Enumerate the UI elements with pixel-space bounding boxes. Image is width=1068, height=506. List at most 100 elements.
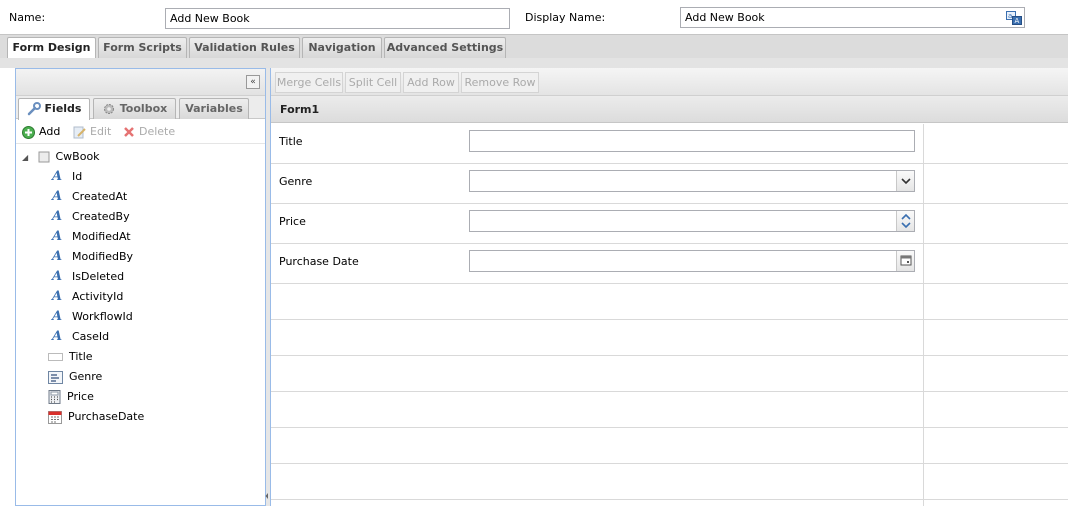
purchase-date-picker[interactable] <box>469 250 915 272</box>
form-row[interactable]: Title <box>271 124 1068 164</box>
tree-item[interactable]: A ModifiedAt <box>50 228 131 246</box>
empty-row[interactable] <box>271 464 1068 500</box>
delete-label: Delete <box>139 125 176 138</box>
delete-field-button[interactable]: Delete <box>123 123 175 141</box>
tree-item-label: ModifiedBy <box>72 250 133 263</box>
field-label: Purchase Date <box>279 255 359 268</box>
translate-icon[interactable]: a A <box>1006 11 1022 25</box>
form-title: Form1 <box>271 96 1068 123</box>
text-field-icon: A <box>51 169 63 184</box>
tab-form-design[interactable]: Form Design <box>7 37 96 60</box>
add-label: Add <box>39 125 61 138</box>
tree-item[interactable]: A CaseId <box>50 328 109 346</box>
dropdown-trigger[interactable] <box>896 171 914 191</box>
empty-row[interactable] <box>271 320 1068 356</box>
tree-item-label: Id <box>72 170 83 183</box>
field-label: Genre <box>279 175 313 188</box>
tree-item[interactable]: A IsDeleted <box>50 268 124 286</box>
edit-label: Edit <box>90 125 112 138</box>
empty-row[interactable] <box>271 284 1068 320</box>
fields-toolbar: Add Edit Delete <box>16 119 265 144</box>
content-band <box>0 58 1068 68</box>
tree-item[interactable]: Title <box>48 348 93 366</box>
tab-navigation[interactable]: Navigation <box>302 37 382 59</box>
tree-item[interactable]: A ModifiedBy <box>50 248 133 266</box>
tree-item[interactable]: A WorkflowId <box>50 308 133 326</box>
edit-icon <box>73 126 86 138</box>
tree-root-label: CwBook <box>55 150 100 163</box>
tab-toolbox-label: Toolbox <box>119 102 168 115</box>
text-field-icon: A <box>51 229 63 244</box>
spinner-buttons[interactable] <box>896 211 914 231</box>
edit-field-button[interactable]: Edit <box>73 123 111 141</box>
date-trigger[interactable] <box>896 251 914 271</box>
tree-item-label: Title <box>69 350 93 363</box>
tree-root[interactable]: ◢ CwBook <box>22 148 100 166</box>
add-icon <box>22 125 35 139</box>
text-field-icon: A <box>51 209 63 224</box>
calculator-icon <box>48 390 61 404</box>
textbox-icon <box>48 353 63 361</box>
tab-toolbox[interactable]: Toolbox <box>93 98 176 119</box>
title-textbox[interactable] <box>469 130 915 152</box>
name-input[interactable] <box>165 8 510 29</box>
form-header: Name: Display Name: a A <box>0 0 1068 36</box>
calendar-icon <box>48 411 62 424</box>
split-cell-button[interactable]: Split Cell <box>345 72 401 93</box>
tab-validation-rules[interactable]: Validation Rules <box>189 37 300 59</box>
tab-fields[interactable]: Fields <box>18 98 90 120</box>
chevron-down-icon <box>901 178 911 185</box>
tree-item-label: PurchaseDate <box>68 410 145 423</box>
field-label: Price <box>279 215 306 228</box>
price-spinner[interactable] <box>469 210 915 232</box>
add-field-button[interactable]: Add <box>22 123 60 141</box>
tree-item-label: CaseId <box>72 330 110 343</box>
collapse-panel-button[interactable]: « <box>246 75 260 89</box>
expand-arrow-icon[interactable]: ◢ <box>22 149 30 167</box>
form-designer: Merge Cells Split Cell Add Row Remove Ro… <box>270 68 1068 506</box>
empty-row[interactable] <box>271 392 1068 428</box>
spinner-arrows-icon <box>901 213 911 229</box>
remove-row-button[interactable]: Remove Row <box>461 72 539 93</box>
merge-cells-button[interactable]: Merge Cells <box>275 72 343 93</box>
tree-item[interactable]: A CreatedBy <box>50 208 130 226</box>
tab-form-scripts[interactable]: Form Scripts <box>98 37 187 59</box>
empty-row[interactable] <box>271 428 1068 464</box>
fields-panel-tabs: Fields Toolbox Variables <box>16 96 265 120</box>
calendar-icon <box>900 255 912 266</box>
text-field-icon: A <box>51 189 63 204</box>
text-field-icon: A <box>51 249 63 264</box>
splitter-arrow-icon[interactable] <box>265 488 269 504</box>
text-field-icon: A <box>51 269 63 284</box>
tab-variables[interactable]: Variables <box>179 98 249 119</box>
genre-dropdown[interactable] <box>469 170 915 192</box>
form-grid: Title Genre Price Purchase Date <box>271 124 1068 506</box>
fields-panel: « Fields Toolbox Variables Add Edit Dele… <box>15 68 266 506</box>
add-row-button[interactable]: Add Row <box>403 72 459 93</box>
display-name-input[interactable] <box>680 7 1025 28</box>
tree-item[interactable]: Price <box>48 388 94 406</box>
designer-toolbar: Merge Cells Split Cell Add Row Remove Ro… <box>271 68 1068 96</box>
empty-row[interactable] <box>271 356 1068 392</box>
form-row[interactable]: Purchase Date <box>271 244 1068 284</box>
form-row[interactable]: Genre <box>271 164 1068 204</box>
fields-panel-header: « <box>16 69 265 96</box>
wrench-icon <box>27 102 41 116</box>
display-name-label: Display Name: <box>525 11 606 24</box>
tree-item[interactable]: Genre <box>48 368 102 386</box>
dropdown-icon <box>48 370 63 384</box>
tree-item-label: Genre <box>69 370 103 383</box>
tree-item[interactable]: A ActivityId <box>50 288 123 306</box>
form-row[interactable]: Price <box>271 204 1068 244</box>
tree-item-label: Price <box>67 390 94 403</box>
tree-item[interactable]: A Id <box>50 168 82 186</box>
tree-item[interactable]: PurchaseDate <box>48 408 144 426</box>
column-divider <box>923 124 924 506</box>
text-field-icon: A <box>51 309 63 324</box>
tree-item-label: WorkflowId <box>72 310 133 323</box>
tab-advanced-settings[interactable]: Advanced Settings <box>384 37 506 59</box>
main-tab-strip: Form Design Form Scripts Validation Rule… <box>0 34 1068 60</box>
name-label: Name: <box>9 11 46 24</box>
tree-item[interactable]: A CreatedAt <box>50 188 127 206</box>
tree-item-label: CreatedAt <box>72 190 128 203</box>
